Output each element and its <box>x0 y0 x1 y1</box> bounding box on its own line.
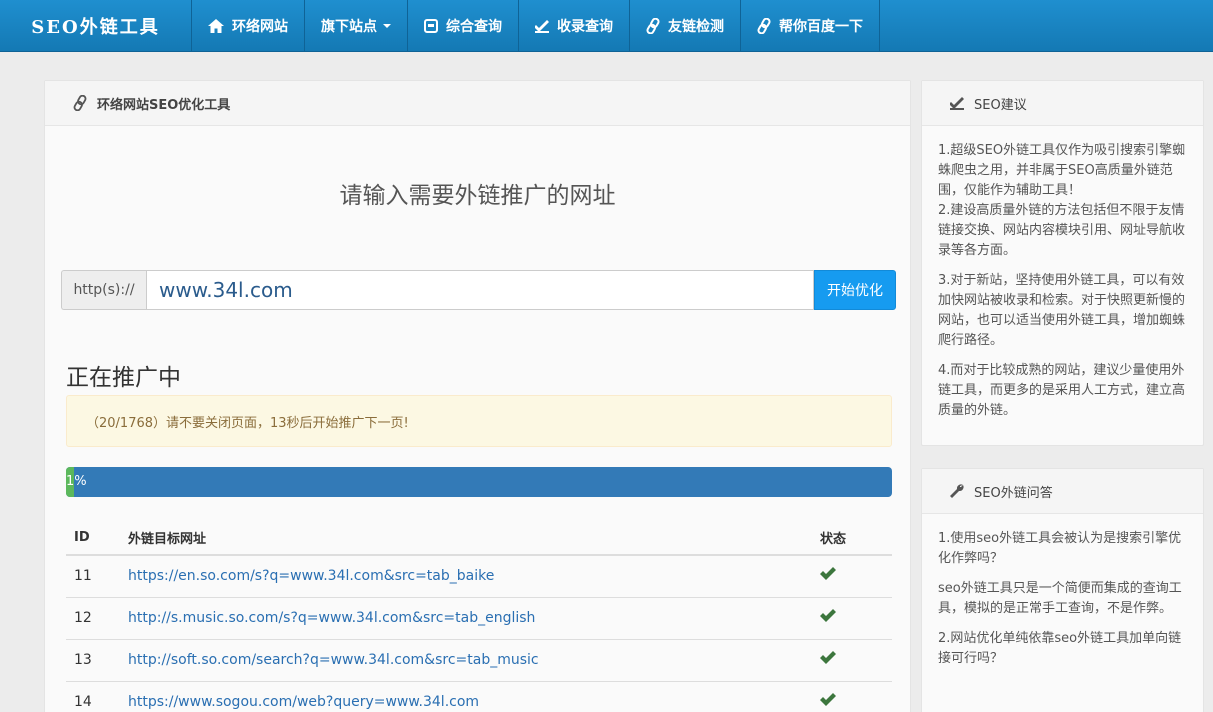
row-id: 11 <box>66 555 120 598</box>
nav-sites-label: 旗下站点 <box>321 18 377 35</box>
seo-advice-body: 1.超级SEO外链工具仅作为吸引搜索引擎蜘蛛爬虫之用，并非属于SEO高质量外链范… <box>922 126 1203 421</box>
advice-paragraph: 3.对于新站，坚持使用外链工具，可以有效加快网站被收录和检索。对于快照更新慢的网… <box>938 273 1186 348</box>
table-row: 11 https://en.so.com/s?q=www.34l.com&src… <box>66 555 892 598</box>
progress-label: 1% <box>66 474 87 489</box>
column-header-id: ID <box>66 521 120 556</box>
table-row: 13 http://soft.so.com/search?q=www.34l.c… <box>66 639 892 682</box>
url-prompt: 请输入需要外链推广的网址 <box>339 183 616 209</box>
faq-answer: seo外链工具只是一个简便而集成的查询工具，模拟的是正常手工查询，不是作弊。 <box>938 581 1182 616</box>
status-title: 正在推广中 <box>66 365 181 391</box>
row-id: 14 <box>66 681 120 712</box>
checkmark-icon <box>820 693 836 706</box>
seo-advice-title: SEO建议 <box>974 97 1027 113</box>
protocol-addon: http(s):// <box>61 270 146 310</box>
table-row: 14 https://www.sogou.com/web?query=www.3… <box>66 681 892 712</box>
url-input[interactable] <box>146 270 814 310</box>
checkmark-icon <box>820 609 836 622</box>
row-status <box>812 597 892 640</box>
nav-index-query-label: 收录查询 <box>557 18 613 35</box>
link-icon <box>757 17 771 34</box>
link-icon <box>646 17 660 34</box>
nav-baidu-for-you-label: 帮你百度一下 <box>779 18 863 35</box>
chevron-down-icon <box>383 23 391 28</box>
nav-index-query[interactable]: 收录查询 <box>519 0 630 51</box>
nav-home[interactable]: 环络网站 <box>192 0 305 51</box>
row-url-link[interactable]: https://www.sogou.com/web?query=www.34l.… <box>120 681 812 712</box>
seo-faq-panel: SEO外链问答 1.使用seo外链工具会被认为是搜索引擎优化作弊吗？ seo外链… <box>921 468 1204 712</box>
column-header-url: 外链目标网址 <box>120 521 812 556</box>
check-icon <box>950 97 964 110</box>
url-input-group: http(s):// 开始优化 <box>61 270 896 310</box>
row-id: 12 <box>66 597 120 640</box>
main-panel-header: 环络网站SEO优化工具 <box>45 81 910 126</box>
wrench-icon <box>950 484 964 498</box>
checkmark-icon <box>820 567 836 581</box>
nav-sites-dropdown[interactable]: 旗下站点 <box>305 0 408 51</box>
monitor-icon <box>424 18 438 33</box>
top-navbar: SEO外链工具 环络网站 旗下站点 综合查询 收录查询 友链检测 帮你百度一下 <box>0 0 1213 52</box>
checkmark-icon <box>820 651 836 664</box>
nav-home-label: 环络网站 <box>232 18 288 35</box>
table-row: 12 http://s.music.so.com/s?q=www.34l.com… <box>66 597 892 640</box>
main-panel-title: 环络网站SEO优化工具 <box>97 97 231 113</box>
nav-general-query[interactable]: 综合查询 <box>408 0 519 51</box>
nav-baidu-for-you[interactable]: 帮你百度一下 <box>741 0 880 51</box>
seo-advice-header: SEO建议 <box>922 81 1203 126</box>
seo-faq-body: 1.使用seo外链工具会被认为是搜索引擎优化作弊吗？ seo外链工具只是一个简便… <box>922 514 1203 669</box>
row-id: 13 <box>66 639 120 682</box>
progress-alert: （20/1768）请不要关闭页面，13秒后开始推广下一页! <box>66 395 892 447</box>
nav-general-query-label: 综合查询 <box>446 18 502 35</box>
start-optimize-button[interactable]: 开始优化 <box>814 270 896 310</box>
faq-question: 1.使用seo外链工具会被认为是搜索引擎优化作弊吗？ <box>938 531 1182 566</box>
seo-advice-panel: SEO建议 1.超级SEO外链工具仅作为吸引搜索引擎蜘蛛爬虫之用，并非属于SEO… <box>921 80 1204 446</box>
main-panel: 环络网站SEO优化工具 请输入需要外链推广的网址 http(s):// 开始优化… <box>44 80 911 712</box>
advice-paragraph: 4.而对于比较成熟的网站，建议少量使用外链工具，而更多的是采用人工方式，建立高质… <box>938 363 1186 418</box>
row-status <box>812 681 892 712</box>
backlink-table: ID 外链目标网址 状态 11 https://en.so.com/s?q=ww… <box>66 521 892 712</box>
progress-bar: 1% <box>66 467 892 497</box>
column-header-status: 状态 <box>812 521 892 556</box>
row-url-link[interactable]: http://soft.so.com/search?q=www.34l.com&… <box>120 639 812 682</box>
row-status <box>812 639 892 682</box>
faq-question: 2.网站优化单纯依靠seo外链工具加单向链接可行吗？ <box>938 631 1182 666</box>
advice-paragraph: 1.超级SEO外链工具仅作为吸引搜索引擎蜘蛛爬虫之用，并非属于SEO高质量外链范… <box>938 143 1186 258</box>
row-url-link[interactable]: http://s.music.so.com/s?q=www.34l.com&sr… <box>120 597 812 640</box>
home-icon <box>208 18 224 33</box>
seo-faq-header: SEO外链问答 <box>922 469 1203 514</box>
link-icon <box>73 95 87 111</box>
nav-link-check[interactable]: 友链检测 <box>630 0 741 51</box>
table-header-row: ID 外链目标网址 状态 <box>66 521 892 556</box>
brand-logo[interactable]: SEO外链工具 <box>0 0 192 51</box>
seo-faq-title: SEO外链问答 <box>974 485 1053 501</box>
check-icon <box>535 19 549 33</box>
nav-link-check-label: 友链检测 <box>668 18 724 35</box>
row-status <box>812 555 892 598</box>
row-url-link[interactable]: https://en.so.com/s?q=www.34l.com&src=ta… <box>120 555 812 598</box>
